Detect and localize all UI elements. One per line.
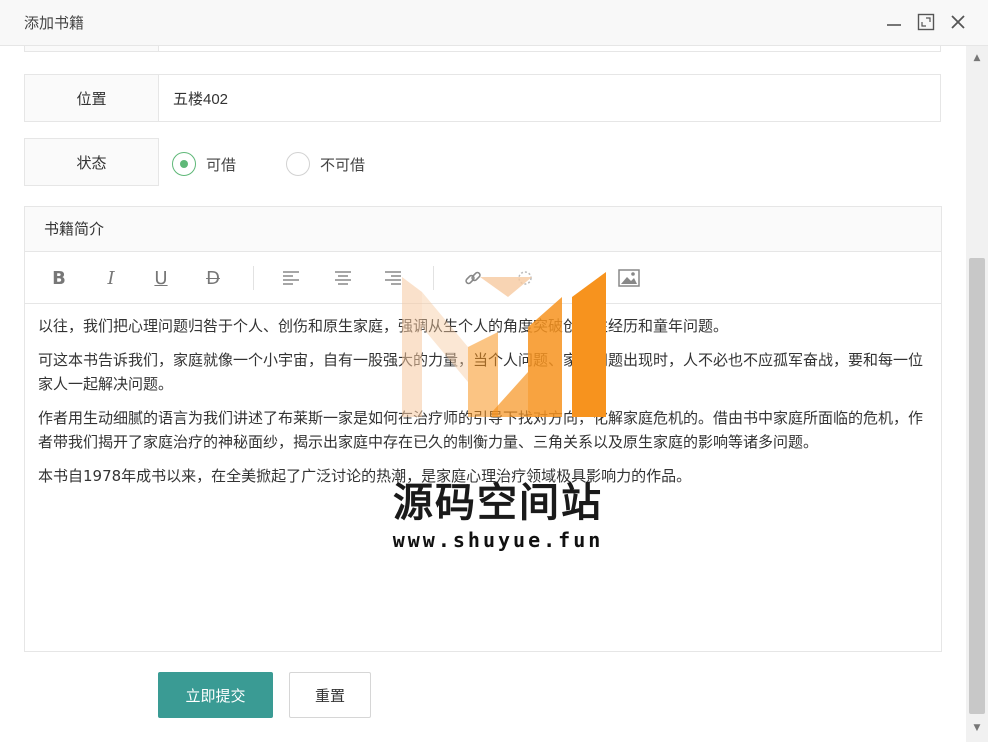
unlink-icon[interactable]	[511, 264, 539, 292]
scroll-down-icon[interactable]: ▼	[971, 722, 983, 734]
editor-toolbar: B I U D	[25, 252, 941, 304]
location-label: 位置	[24, 74, 159, 122]
toolbar-divider	[433, 266, 434, 290]
dialog-title: 添加书籍	[24, 14, 85, 32]
scroll-up-icon[interactable]: ▲	[971, 52, 983, 64]
radio-available[interactable]: 可借	[172, 150, 236, 178]
location-input[interactable]	[159, 74, 941, 122]
image-icon[interactable]	[615, 264, 643, 292]
radio-unchecked-icon	[286, 152, 310, 176]
minimize-icon[interactable]	[882, 10, 906, 34]
radio-available-label: 可借	[206, 155, 237, 174]
toolbar-divider	[253, 266, 254, 290]
previous-field-row	[24, 46, 941, 52]
reset-button[interactable]: 重置	[289, 672, 371, 718]
intro-content[interactable]: 以往，我们把心理问题归咎于个人、创伤和原生家庭，强调从生个人的角度突破创伤性经历…	[25, 304, 941, 488]
link-icon[interactable]	[459, 264, 487, 292]
intro-paragraph: 可这本书告诉我们，家庭就像一个小宇宙，自有一股强大的力量，当个人问题、家庭问题出…	[38, 351, 924, 393]
intro-paragraph: 作者用生动细腻的语言为我们讲述了布莱斯一家是如何在治疗师的引导下找对方向，化解家…	[38, 409, 924, 451]
radio-checked-icon	[172, 152, 196, 176]
maximize-icon[interactable]	[914, 10, 938, 34]
radio-unavailable[interactable]: 不可借	[286, 150, 365, 178]
dialog-content: 位置 状态 可借 不可借 书籍简介 B I U D	[0, 46, 966, 742]
intro-label: 书籍简介	[25, 207, 941, 252]
bold-icon[interactable]: B	[45, 264, 73, 292]
scrollbar-thumb[interactable]	[969, 258, 985, 714]
dialog-titlebar: 添加书籍	[0, 0, 988, 46]
status-label: 状态	[24, 138, 159, 186]
close-icon[interactable]	[946, 10, 970, 34]
intro-paragraph: 以往，我们把心理问题归咎于个人、创伤和原生家庭，强调从生个人的角度突破创伤性经历…	[38, 317, 729, 335]
intro-paragraph: 本书自1978年成书以来，在全美掀起了广泛讨论的热潮，是家庭心理治疗领域极具影响…	[38, 467, 692, 485]
align-left-icon[interactable]	[277, 264, 305, 292]
intro-editor: 书籍简介 B I U D 以往，我们把心理问题归咎于个人、创伤和原生家庭，强调从…	[24, 206, 942, 652]
scrollbar[interactable]: ▲ ▼	[966, 46, 988, 742]
align-right-icon[interactable]	[379, 264, 407, 292]
italic-icon[interactable]: I	[97, 264, 125, 292]
align-center-icon[interactable]	[329, 264, 357, 292]
strikethrough-icon[interactable]: D	[199, 264, 227, 292]
submit-button[interactable]: 立即提交	[158, 672, 273, 718]
radio-unavailable-label: 不可借	[320, 155, 366, 174]
underline-icon[interactable]: U	[147, 264, 175, 292]
